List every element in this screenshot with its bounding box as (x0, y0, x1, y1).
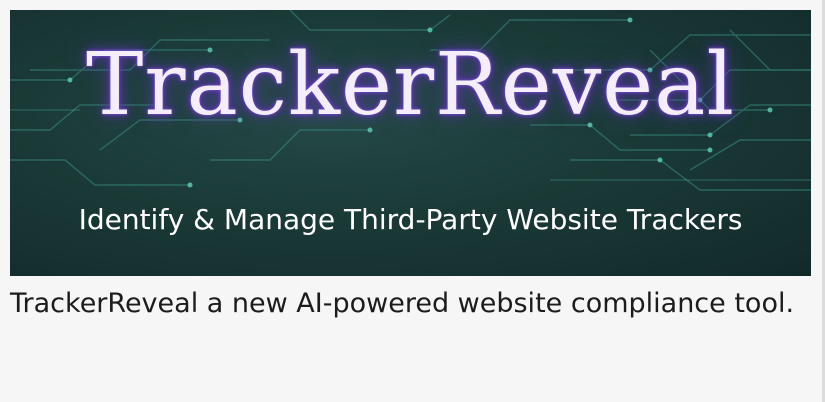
banner-title: TrackerReveal (86, 35, 735, 135)
post-card: TrackerReveal Identify & Manage Third-Pa… (0, 0, 825, 402)
post-caption: TrackerReveal a new AI-powered website c… (10, 288, 795, 319)
banner-tagline: Identify & Manage Third-Party Website Tr… (78, 203, 743, 236)
banner-image: TrackerReveal Identify & Manage Third-Pa… (10, 10, 811, 276)
